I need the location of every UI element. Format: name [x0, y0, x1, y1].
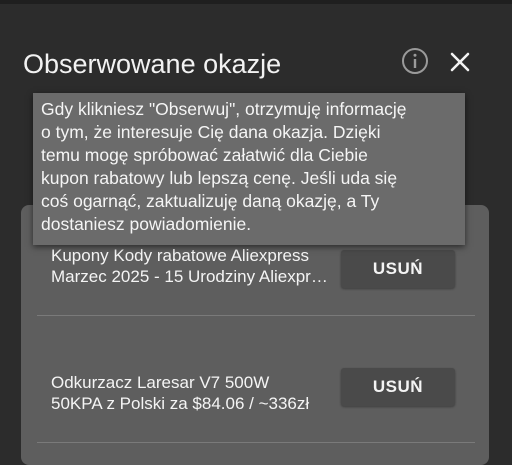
remove-deal-button-1[interactable]: USUŃ	[341, 250, 455, 288]
deal-title-line: 50KPA z Polski za $84.06 / ~336zł	[51, 394, 310, 413]
dialog-title: Obserwowane okazje	[23, 49, 282, 79]
deal-title-line: Marzec 2025 - 15 Urodziny Aliexpress	[51, 267, 333, 286]
info-button[interactable]	[401, 47, 429, 75]
deal-title-line: Odkurzacz Laresar V7 500W	[51, 373, 270, 392]
list-divider	[37, 315, 475, 316]
tooltip-line: temu mogę spróbować załatwić dla Ciebie	[41, 145, 368, 165]
status-bar-strip	[0, 0, 512, 4]
deal-title-1[interactable]: Kupony Kody rabatowe Aliexpress Marzec 2…	[51, 245, 333, 287]
remove-deal-button-2[interactable]: USUŃ	[341, 368, 455, 406]
close-button[interactable]	[446, 48, 474, 76]
tooltip-line: o tym, że interesuje Cię dana okazja. Dz…	[41, 122, 381, 142]
info-icon	[402, 48, 428, 74]
deal-title-line: Kupony Kody rabatowe Aliexpress	[51, 246, 309, 265]
tooltip-line: kupon rabatowy lub lepszą cenę. Jeśli ud…	[41, 168, 398, 188]
deal-title-2[interactable]: Odkurzacz Laresar V7 500W 50KPA z Polski…	[51, 372, 333, 414]
tooltip-line: dostaniesz powiadomienie.	[41, 214, 252, 234]
list-divider	[37, 442, 475, 443]
close-icon	[450, 52, 470, 72]
tooltip-line: Gdy klikniesz "Obserwuj", otrzymuję info…	[41, 99, 407, 119]
tooltip-line: coś ogarnąć, zaktualizuję daną okazję, a…	[41, 191, 380, 211]
info-tooltip: Gdy klikniesz "Obserwuj", otrzymuję info…	[33, 93, 465, 245]
